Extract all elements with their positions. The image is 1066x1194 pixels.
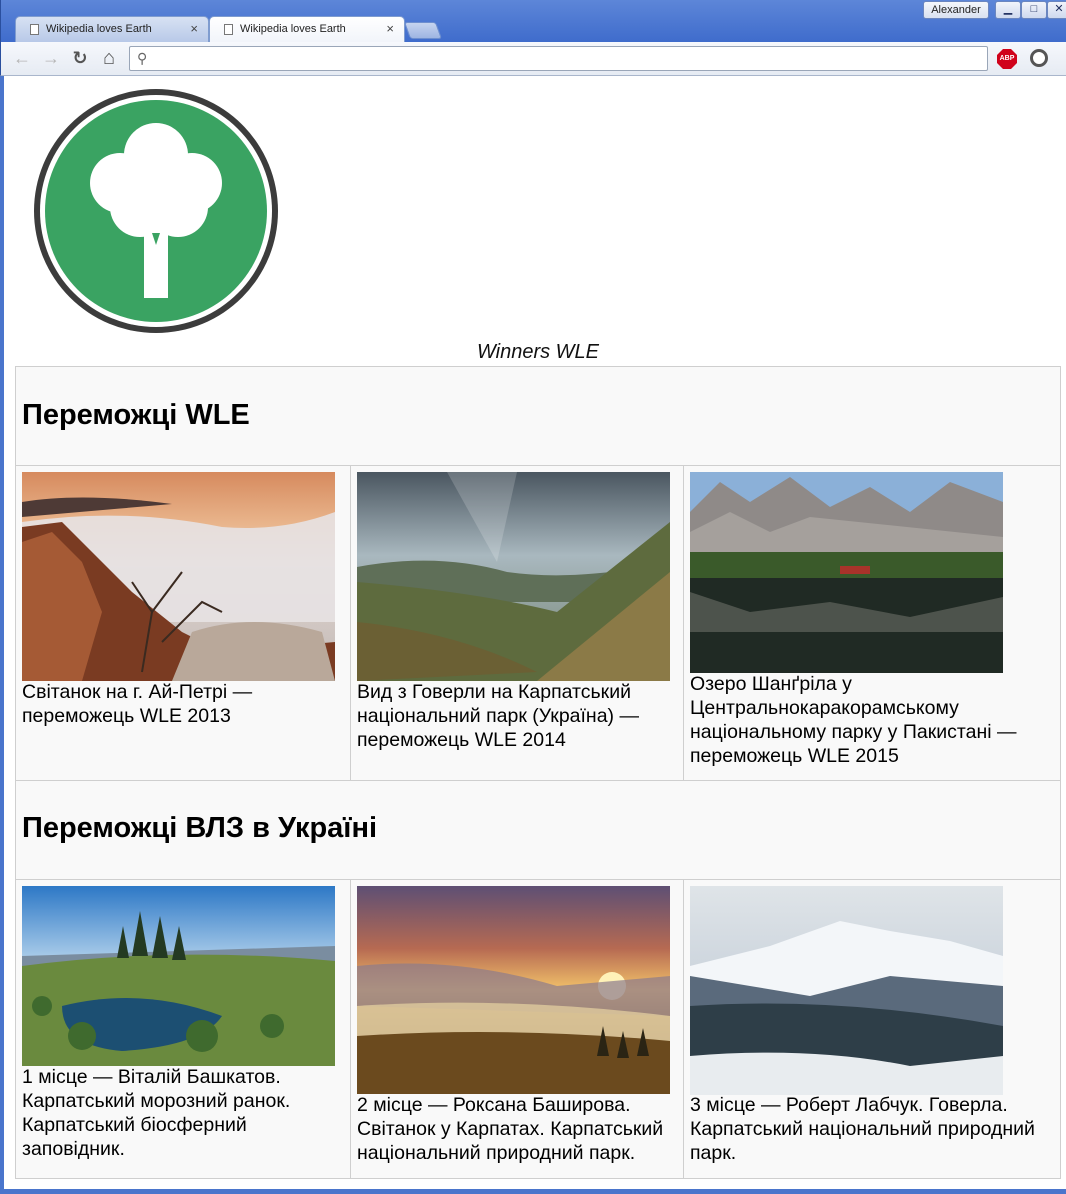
tab-wikipedia-loves-earth-1[interactable]: Wikipedia loves Earth × — [15, 16, 209, 42]
browser-toolbar: ← → ↻ ⌂ ⚲ ABP ⋮ — [0, 42, 1066, 76]
home-button[interactable]: ⌂ — [98, 47, 120, 69]
shangrila-lake-photo[interactable] — [690, 472, 1003, 673]
close-icon[interactable]: × — [386, 21, 394, 36]
hoverla-view-photo[interactable] — [357, 472, 670, 681]
winner-cell: Вид з Говерли на Карпатський національни… — [350, 466, 683, 780]
close-icon[interactable]: × — [190, 21, 198, 36]
winner-cell: 2 місце — Роксана Баширова. Світанок у К… — [350, 880, 683, 1178]
section-heading: Переможці WLE — [22, 399, 250, 431]
close-window-button[interactable]: ✕ — [1047, 1, 1066, 19]
gallery-caption: Winners WLE — [476, 341, 600, 363]
section-header: Переможці WLE — [16, 367, 1060, 466]
tab-title: Wikipedia loves Earth — [240, 23, 346, 35]
section-header: Переможці ВЛЗ в Україні — [16, 781, 1060, 880]
winner-cell: Озеро Шанґріла у Центральнокаракорамсько… — [683, 466, 1060, 780]
winner-cell: 3 місце — Роберт Лабчук. Говерла. Карпат… — [683, 880, 1060, 1178]
winner-caption: Світанок на г. Ай-Петрі — переможець WLE… — [22, 681, 253, 727]
profile-button[interactable]: Alexander — [923, 1, 989, 19]
tree-in-circle-icon — [34, 89, 278, 333]
table-row: Світанок на г. Ай-Петрі — переможець WLE… — [16, 466, 1060, 780]
sunrise-ai-petri-photo[interactable] — [22, 472, 335, 681]
section-heading: Переможці ВЛЗ в Україні — [22, 812, 378, 844]
window-frame — [0, 76, 4, 1194]
back-button[interactable]: ← — [11, 47, 33, 69]
tab-wikipedia-loves-earth-2[interactable]: Wikipedia loves Earth × — [209, 16, 405, 43]
extension-icon[interactable] — [1030, 49, 1048, 67]
menu-icon[interactable]: ⋮ — [1059, 50, 1066, 66]
frosty-morning-photo[interactable] — [22, 886, 335, 1066]
winner-caption: Вид з Говерли на Карпатський національни… — [357, 681, 639, 751]
window-frame — [0, 1189, 1066, 1194]
carpathian-sunrise-photo[interactable] — [357, 886, 670, 1094]
adblock-icon[interactable]: ABP — [997, 49, 1017, 69]
minimize-button[interactable]: ▁ — [995, 1, 1021, 19]
address-bar[interactable]: ⚲ — [129, 46, 988, 71]
tab-title: Wikipedia loves Earth — [46, 23, 152, 35]
winner-caption: 2 місце — Роксана Баширова. Світанок у К… — [357, 1094, 664, 1164]
winner-caption: 3 місце — Роберт Лабчук. Говерла. Карпат… — [690, 1094, 1035, 1164]
forward-button[interactable]: → — [40, 47, 62, 69]
new-tab-button[interactable] — [403, 22, 443, 39]
browser-titlebar: Wikipedia loves Earth × Wikipedia loves … — [0, 0, 1066, 43]
reload-button[interactable]: ↻ — [69, 47, 91, 69]
winners-table: Переможці WLE Світанок на г. Ай-Петрі — … — [15, 366, 1061, 1179]
winner-cell: Світанок на г. Ай-Петрі — переможець WLE… — [16, 466, 350, 780]
winner-caption: 1 місце — Віталій Башкатов. Карпатський … — [22, 1066, 291, 1160]
hoverla-winter-photo[interactable] — [690, 886, 1003, 1095]
winner-caption: Озеро Шанґріла у Центральнокаракорамсько… — [690, 673, 1017, 767]
search-icon: ⚲ — [137, 50, 148, 66]
winner-cell: 1 місце — Віталій Башкатов. Карпатський … — [16, 880, 350, 1178]
table-row: 1 місце — Віталій Башкатов. Карпатський … — [16, 880, 1060, 1178]
page-icon — [30, 24, 39, 35]
address-input[interactable] — [156, 49, 980, 70]
maximize-button[interactable]: □ — [1021, 1, 1047, 19]
page-icon — [224, 24, 233, 35]
